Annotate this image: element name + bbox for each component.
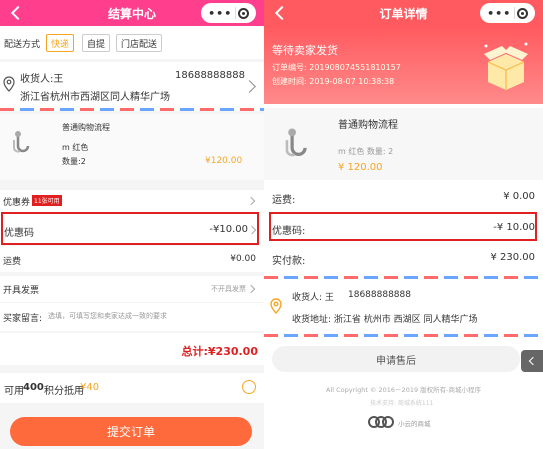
order-paid-row: 实付款: ¥ 230.00 bbox=[264, 244, 543, 272]
location-pin-icon bbox=[3, 76, 15, 92]
message-label: 买家留言: bbox=[3, 314, 43, 324]
order-created-time: 创建时间: 2019-08-07 10:38:38 bbox=[272, 77, 395, 86]
close-target-icon[interactable] bbox=[516, 7, 528, 19]
address-detail: 浙江省杭州市西湖区同人精华广场 bbox=[20, 92, 170, 103]
close-target-icon[interactable] bbox=[237, 7, 249, 19]
consignee-phone: 18688888888 bbox=[175, 70, 245, 81]
promo-code-highlight bbox=[269, 212, 537, 241]
capsule-divider bbox=[513, 7, 515, 19]
product-spec: m 红色 bbox=[62, 143, 89, 152]
support-text: 技术支持: 商城系统111 bbox=[370, 400, 434, 407]
airmail-border bbox=[264, 334, 543, 337]
more-icon[interactable]: ••• bbox=[487, 7, 511, 20]
consignee-name: 收货人:王 bbox=[20, 74, 64, 85]
total-row: 总计:¥230.00 bbox=[0, 333, 264, 365]
shipping-label: 运费: bbox=[272, 195, 296, 206]
address-detail: 收货地址: 浙江省 杭州市 西湖区 同人精华广场 bbox=[292, 315, 478, 325]
mini-program-capsule[interactable]: ••• bbox=[201, 3, 256, 23]
points-amount: 400 bbox=[23, 382, 44, 393]
promo-code-highlight bbox=[1, 212, 259, 245]
brand-logo-icon bbox=[368, 416, 394, 428]
shipping-value: ¥ 0.00 bbox=[503, 191, 535, 202]
invoice-value: 不开具发票 bbox=[211, 285, 246, 293]
invoice-label: 开具发票 bbox=[3, 286, 40, 296]
order-product-card[interactable]: 普通购物流程 m 红色 数量: 2 ¥ 120.00 bbox=[264, 108, 543, 180]
delivery-section: 配送方式 快递 自提 门店配送 bbox=[0, 26, 264, 59]
chevron-left-icon bbox=[528, 356, 538, 366]
coupon-badge: 11张可用 bbox=[32, 195, 62, 206]
order-number: 订单编号: 201908074551810157 bbox=[272, 63, 401, 72]
total-amount: 总计:¥230.00 bbox=[181, 345, 258, 358]
message-input[interactable]: 选填，可填写您和卖家达成一致的要求 bbox=[48, 311, 167, 321]
address-chevron-icon bbox=[243, 80, 256, 93]
shipping-value: ¥0.00 bbox=[230, 254, 256, 264]
address-section[interactable]: 收货人:王 18688888888 浙江省杭州市西湖区同人精华广场 bbox=[0, 62, 264, 108]
order-address-section: 收货人: 王 18688888888 收货地址: 浙江省 杭州市 西湖区 同人精… bbox=[264, 282, 543, 332]
points-checkbox[interactable] bbox=[242, 380, 256, 394]
delivery-option-express[interactable]: 快递 bbox=[46, 34, 75, 52]
page-title: 结算中心 bbox=[107, 6, 156, 21]
after-sale-button[interactable]: 申请售后 bbox=[272, 346, 520, 372]
more-icon[interactable]: ••• bbox=[208, 7, 232, 20]
delivery-label: 配送方式 bbox=[4, 40, 41, 50]
page-title: 订单详情 bbox=[379, 6, 428, 21]
product-price: ¥120.00 bbox=[205, 156, 243, 166]
airmail-border bbox=[264, 276, 543, 279]
back-icon[interactable] bbox=[6, 3, 26, 23]
order-status: 等待卖家发货 bbox=[272, 44, 338, 57]
coupon-label: 优惠券 bbox=[3, 198, 31, 208]
checkout-title-bar: 结算中心 ••• bbox=[0, 0, 264, 26]
submit-order-button[interactable]: 提交订单 bbox=[10, 417, 252, 446]
brand-logo-text: 小云的商城 bbox=[398, 420, 431, 428]
checkout-screen: 结算中心 ••• 配送方式 快递 自提 门店配送 收货人:王 186888888… bbox=[0, 0, 264, 449]
gift-box-icon bbox=[484, 42, 528, 90]
location-pin-icon bbox=[270, 298, 282, 314]
paid-value: ¥ 230.00 bbox=[490, 252, 535, 263]
shipping-row: 运费 ¥0.00 bbox=[0, 246, 264, 272]
back-icon[interactable] bbox=[270, 3, 290, 23]
points-mid: 积分抵用 bbox=[44, 386, 84, 397]
order-status-banner: 等待卖家发货 订单编号: 201908074551810157 创建时间: 20… bbox=[264, 26, 543, 104]
product-spec: m 红色 数量: 2 bbox=[338, 147, 394, 156]
product-qty: 数量:2 bbox=[62, 157, 86, 166]
coupon-chevron-icon bbox=[246, 196, 256, 206]
product-card[interactable]: 普通购物流程 m 红色 数量:2 ¥120.00 bbox=[0, 114, 264, 180]
consignee-name: 收货人: 王 bbox=[292, 293, 334, 303]
mini-program-capsule[interactable]: ••• bbox=[480, 3, 535, 23]
product-name: 普通购物流程 bbox=[62, 123, 110, 132]
paid-label: 实付款: bbox=[272, 256, 306, 267]
order-title-bar: 订单详情 ••• bbox=[264, 0, 543, 26]
product-thumbnail bbox=[274, 122, 318, 166]
points-prefix: 可用 bbox=[4, 386, 24, 397]
consignee-phone: 18688888888 bbox=[348, 290, 411, 300]
copyright-text: All Copyright © 2016－2019 版权所有-商城小程序 bbox=[326, 386, 482, 394]
order-shipping-row: 运费: ¥ 0.00 bbox=[264, 182, 543, 212]
side-collapse-button[interactable] bbox=[521, 350, 543, 372]
delivery-option-pickup[interactable]: 自提 bbox=[82, 34, 111, 52]
airmail-border bbox=[0, 108, 264, 111]
coupon-row[interactable]: 优惠券 11张可用 bbox=[0, 190, 264, 212]
message-row[interactable]: 买家留言: 选填，可填写您和卖家达成一致的要求 bbox=[0, 303, 264, 331]
product-price: ¥ 120.00 bbox=[338, 162, 383, 173]
points-row[interactable]: 可用 400 积分抵用 ¥40 bbox=[0, 373, 264, 403]
delivery-option-store[interactable]: 门店配送 bbox=[116, 34, 163, 52]
invoice-row[interactable]: 开具发票 不开具发票 bbox=[0, 276, 264, 302]
product-name: 普通购物流程 bbox=[338, 120, 398, 131]
points-money: ¥40 bbox=[80, 382, 100, 393]
order-detail-screen: 订单详情 ••• 等待卖家发货 订单编号: 201908074551810157… bbox=[264, 0, 543, 449]
invoice-chevron-icon bbox=[246, 284, 256, 294]
capsule-divider bbox=[234, 7, 236, 19]
product-thumbnail bbox=[4, 126, 38, 160]
shipping-label: 运费 bbox=[3, 257, 22, 267]
